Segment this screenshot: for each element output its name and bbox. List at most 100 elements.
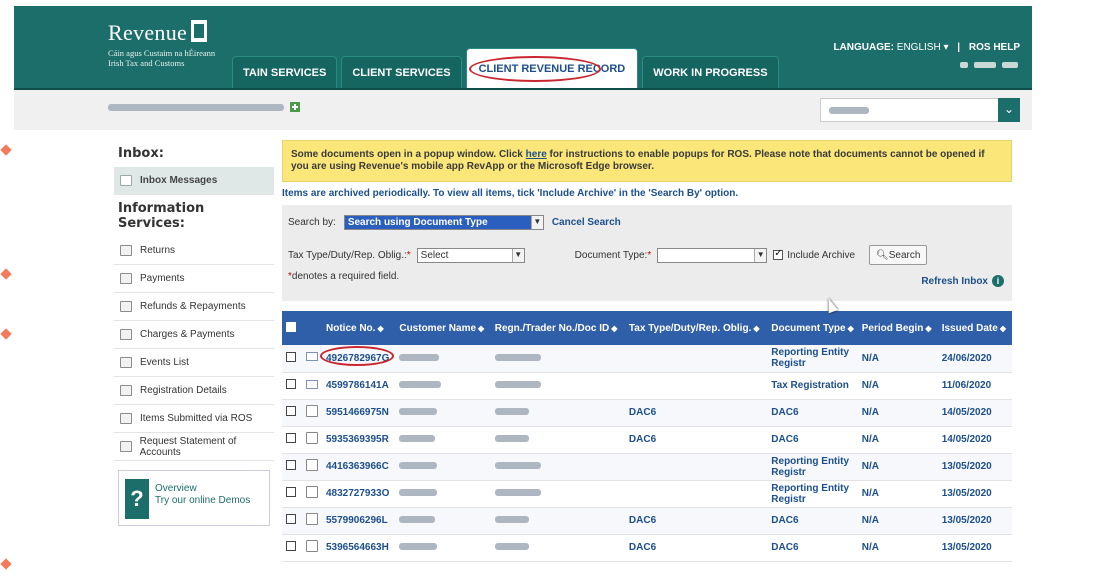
info-icon[interactable]: i (992, 275, 1004, 287)
document-type-cell[interactable]: Tax Registration (767, 372, 858, 400)
regn-trader-cell (490, 507, 625, 535)
document-type-link[interactable]: DAC6 (771, 542, 798, 553)
events-icon (120, 357, 132, 368)
notice-link[interactable]: 5579906296L (326, 515, 388, 526)
chevron-down-icon[interactable]: ⌄ (998, 98, 1020, 122)
sidebar-item-label: Refunds & Repayments (140, 301, 246, 312)
chevron-down-icon: ▼ (754, 248, 767, 262)
row-checkbox-cell (282, 426, 302, 454)
col-document-type[interactable]: Document Type ◆ (767, 311, 858, 345)
regn-blurred (494, 489, 541, 496)
account-select[interactable]: ⌄ (820, 98, 1020, 122)
customer-name-blurred (399, 381, 442, 388)
inbox-table: Notice No. ◆ Customer Name ◆ Regn./Trader … (282, 311, 1012, 562)
document-type-link[interactable]: Reporting Entity Registr (771, 347, 849, 369)
demos-link[interactable]: Try our online Demos (155, 495, 250, 507)
cancel-search-link[interactable]: Cancel Search (552, 217, 621, 228)
doc-type-select[interactable]: ▼ (657, 247, 768, 263)
document-type-link[interactable]: Reporting Entity Registr (771, 483, 849, 505)
tab-work-in-progress[interactable]: WORK IN PROGRESS (642, 56, 779, 88)
table-row[interactable]: 5396564663H DAC6 DAC6 N/A 13/05/2020 (282, 534, 1012, 562)
customer-name-cell (395, 345, 491, 373)
sidebar-item-events[interactable]: Events List (114, 349, 274, 377)
submitted-icon (120, 413, 132, 424)
logo-sub-irish: Cáin agus Custaim na hÉireann (108, 48, 216, 58)
col-tax-type[interactable]: Tax Type/Duty/Rep. Oblig. ◆ (624, 311, 768, 345)
col-regn-trader[interactable]: Regn./Trader No./Doc ID ◆ (490, 311, 625, 345)
add-icon[interactable] (290, 102, 300, 112)
sidebar-item-inbox-messages[interactable]: Inbox Messages (114, 167, 274, 195)
search-button[interactable]: 🔍︎ Search (869, 245, 928, 265)
document-type-link[interactable]: Reporting Entity Registr (771, 456, 849, 478)
sidebar-item-submitted[interactable]: Items Submitted via ROS (114, 405, 274, 433)
notice-link[interactable]: 4832727933O (326, 488, 389, 499)
include-archive-checkbox[interactable] (773, 248, 784, 260)
notice-here-link[interactable]: here (526, 149, 547, 160)
notice-link[interactable]: 5935369395R (326, 434, 389, 445)
account-bar: ⌄ (14, 90, 1032, 130)
notice-link[interactable]: 4599786141A (326, 380, 389, 391)
col-customer-name[interactable]: Customer Name ◆ (395, 311, 491, 345)
tab-client-services[interactable]: CLIENT SERVICES (341, 56, 462, 88)
notice-link[interactable]: 4926782967G (320, 345, 394, 366)
select-all-checkbox[interactable] (286, 321, 296, 332)
revenue-logo[interactable]: Revenue Cáin agus Custaim na hÉireann Ir… (108, 20, 215, 68)
charges-icon (120, 329, 132, 340)
document-type-cell[interactable]: DAC6 (767, 507, 858, 535)
document-type-cell[interactable]: Reporting Entity Registr (767, 480, 858, 508)
document-type-cell[interactable]: DAC6 (767, 534, 858, 562)
document-type-link[interactable]: DAC6 (771, 407, 798, 418)
table-row[interactable]: 4926782967G Reporting Entity Registr N/A 24… (282, 345, 1012, 373)
row-checkbox[interactable] (286, 460, 296, 470)
row-checkbox[interactable] (286, 351, 296, 362)
notice-link[interactable]: 5951466975N (326, 407, 389, 418)
table-row[interactable]: 4832727933O Reporting Entity Registr N/A 13… (282, 480, 1012, 508)
sidebar-item-returns[interactable]: Returns (114, 237, 274, 265)
language-select[interactable]: ENGLISH ▾ (897, 42, 949, 53)
tax-type-select[interactable]: Select ▼ (416, 247, 525, 263)
row-checkbox[interactable] (286, 487, 296, 497)
popup-notice: Some documents open in a popup window. C… (282, 140, 1012, 182)
document-type-link[interactable]: DAC6 (771, 515, 798, 526)
logo-subtitle: Cáin agus Custaim na hÉireann Irish Tax … (108, 48, 215, 68)
message-status-cell (302, 426, 322, 454)
tab-tain-services[interactable]: TAIN SERVICES (232, 56, 338, 88)
col-period-begin[interactable]: Period Begin ◆ (857, 311, 938, 345)
table-row[interactable]: 4599786141A Tax Registration N/A 11/06/2020 (282, 372, 1012, 400)
sidebar-item-registration[interactable]: Registration Details (114, 377, 274, 405)
row-checkbox[interactable] (286, 433, 296, 443)
document-type-cell[interactable]: DAC6 (767, 426, 858, 454)
sidebar-item-payments[interactable]: Payments (114, 265, 274, 293)
sidebar-item-refunds[interactable]: Refunds & Repayments (114, 293, 274, 321)
select-all-cell (282, 311, 302, 345)
table-row[interactable]: 5935369395R DAC6 DAC6 N/A 14/05/2020 (282, 426, 1012, 454)
help-demos-box[interactable]: ? Overview Try our online Demos (118, 470, 270, 526)
col-notice-no[interactable]: Notice No. ◆ (322, 311, 396, 345)
row-checkbox[interactable] (286, 514, 296, 524)
notice-link[interactable]: 5396564663H (326, 542, 389, 553)
tax-type-cell (624, 453, 768, 481)
sidebar-item-statement[interactable]: Request Statement of Accounts (114, 433, 274, 461)
table-row[interactable]: 5951466975N DAC6 DAC6 N/A 14/05/2020 (282, 399, 1012, 427)
regn-blurred (494, 516, 529, 523)
tab-client-revenue-record[interactable]: CLIENT REVENUE RECORD (465, 48, 639, 88)
row-checkbox[interactable] (286, 379, 296, 389)
notice-link[interactable]: 4416363966C (326, 461, 389, 472)
ros-help-link[interactable]: ROS HELP (969, 42, 1020, 53)
document-type-link[interactable]: Tax Registration (771, 380, 849, 391)
table-row[interactable]: 4416363966C Reporting Entity Registr N/A 13… (282, 453, 1012, 481)
col-issued-date[interactable]: Issued Date ◆ (937, 311, 1012, 345)
document-type-cell[interactable]: Reporting Entity Registr (767, 453, 858, 481)
payments-icon (120, 273, 132, 284)
document-type-link[interactable]: DAC6 (771, 434, 798, 445)
refresh-inbox-link[interactable]: Refresh Inbox i (921, 275, 1004, 287)
message-status-cell (302, 399, 322, 427)
table-row[interactable]: 5579906296L DAC6 DAC6 N/A 13/05/2020 (282, 507, 1012, 535)
row-checkbox[interactable] (286, 541, 296, 551)
search-by-select[interactable]: Search using Document Type ▼ (343, 215, 544, 230)
row-checkbox[interactable] (286, 406, 296, 416)
document-type-cell[interactable]: DAC6 (767, 399, 858, 427)
row-checkbox-cell (282, 507, 302, 535)
sidebar-item-charges[interactable]: Charges & Payments (114, 321, 274, 349)
document-type-cell[interactable]: Reporting Entity Registr (767, 345, 858, 373)
